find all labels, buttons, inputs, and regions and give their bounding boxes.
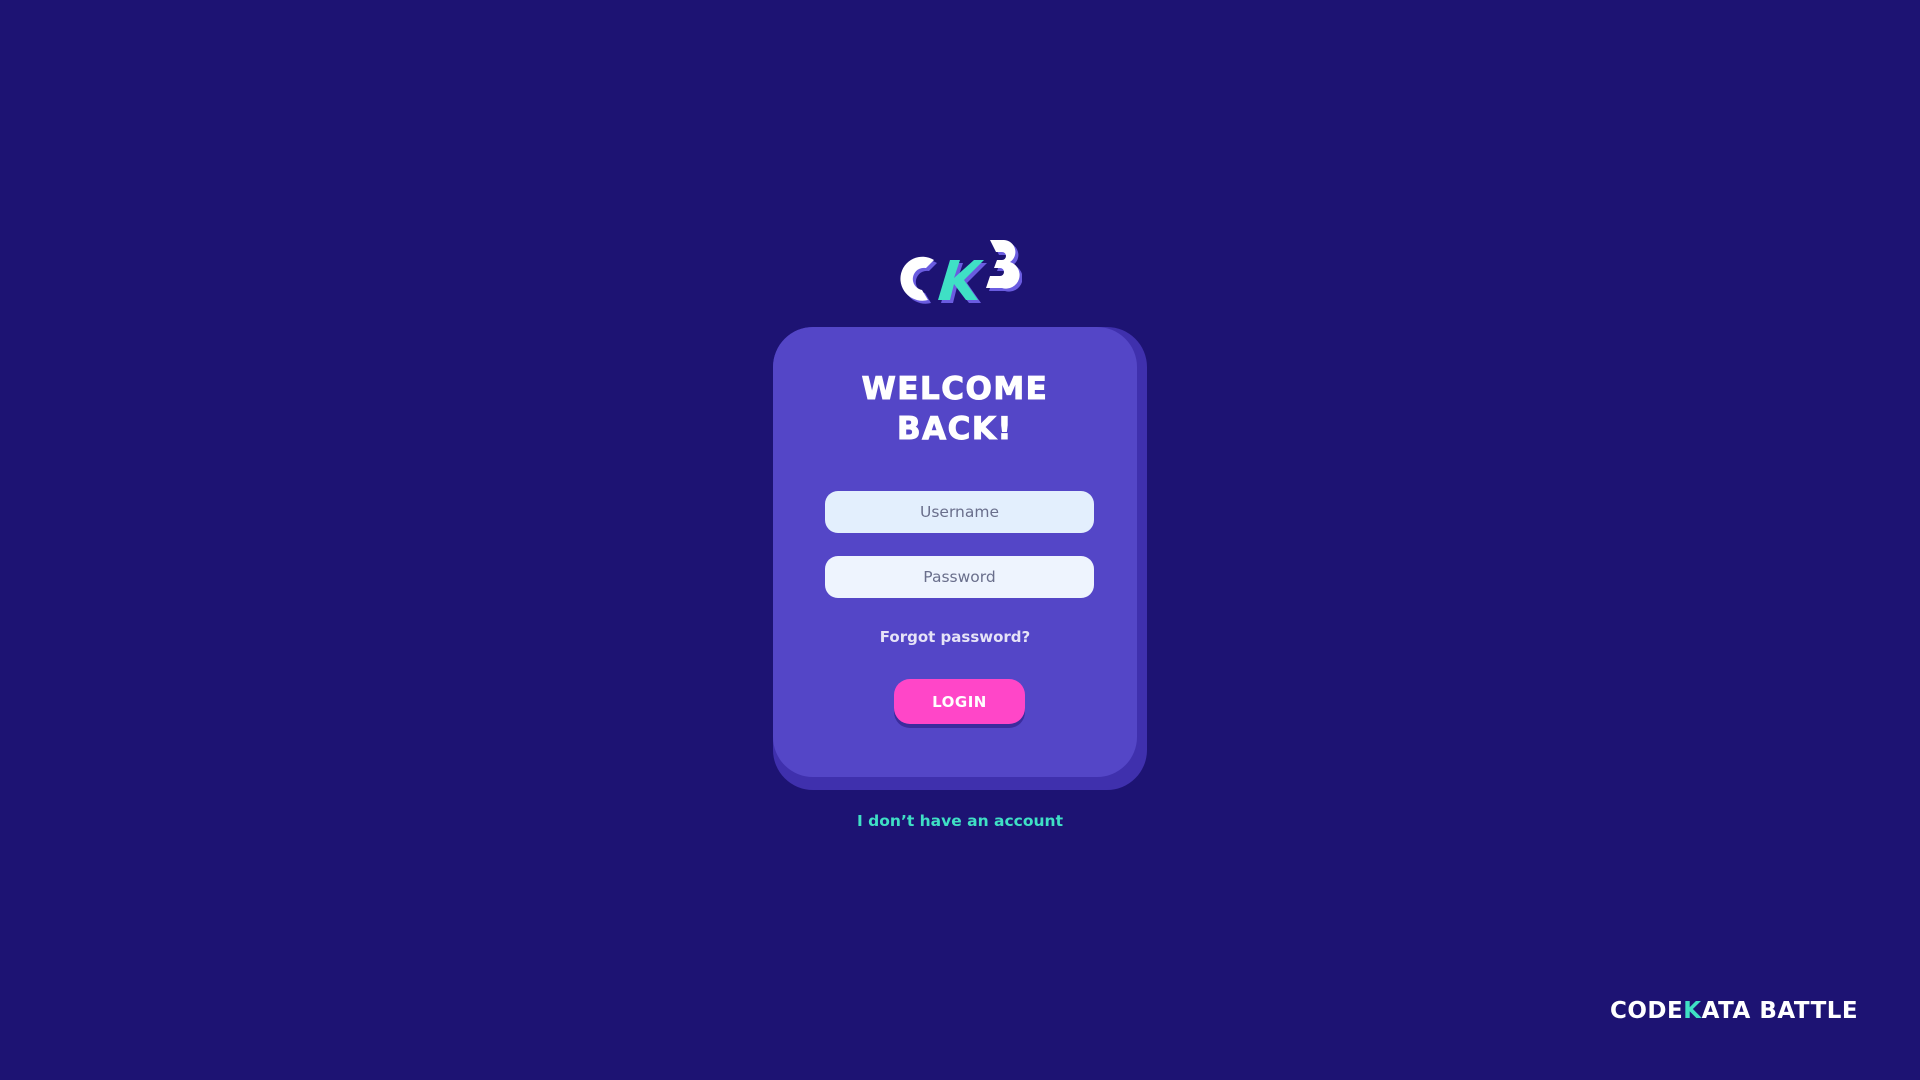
no-account-link[interactable]: I don’t have an account [760, 812, 1160, 830]
login-card: WELCOME BACK! Forgot password? LOGIN [773, 327, 1137, 777]
username-input[interactable] [825, 491, 1094, 533]
password-input[interactable] [825, 556, 1094, 598]
forgot-password-link[interactable]: Forgot password? [773, 628, 1137, 646]
brand-k: K [1683, 998, 1702, 1024]
ckb-logo-icon [900, 240, 1022, 304]
login-page: WELCOME BACK! Forgot password? LOGIN I d… [0, 0, 1920, 1080]
brand-ata: ATA [1701, 998, 1751, 1024]
login-button[interactable]: LOGIN [894, 679, 1025, 724]
brand-code: CODE [1610, 998, 1684, 1024]
brand-battle: BATTLE [1759, 998, 1859, 1024]
brand-wordmark: CODEKATA BATTLE [1610, 998, 1858, 1028]
welcome-title: WELCOME BACK! [861, 371, 1049, 448]
